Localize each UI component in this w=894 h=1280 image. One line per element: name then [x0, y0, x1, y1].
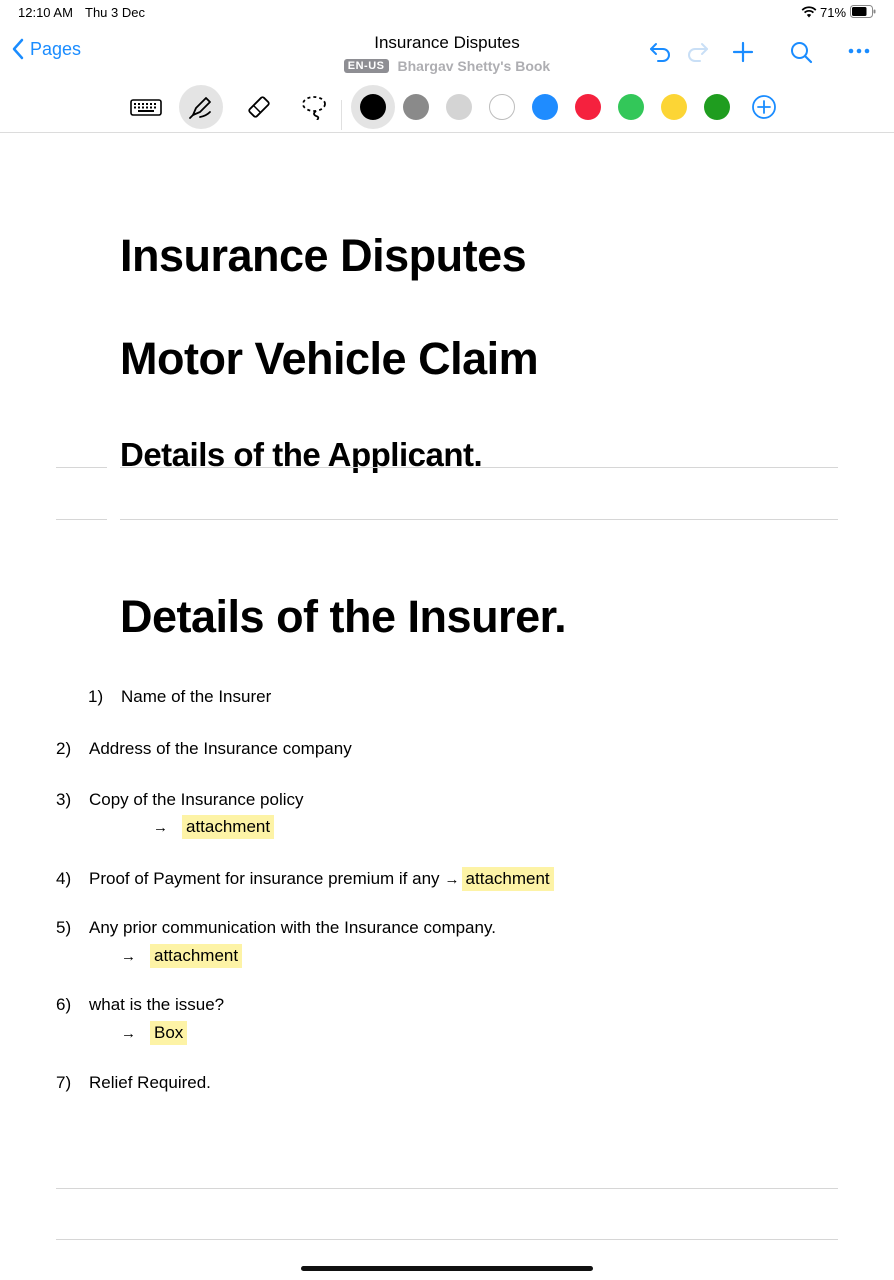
item-text: Address of the Insurance company [89, 739, 352, 758]
item-text: Relief Required. [89, 1073, 211, 1092]
wifi-icon [801, 6, 817, 18]
attachment-tag[interactable]: attachment [182, 815, 275, 839]
item-number: 5) [56, 918, 72, 937]
battery-icon [850, 5, 876, 18]
item-text: what is the issue? [89, 995, 225, 1014]
item-text: Name of the Insurer [121, 687, 272, 706]
language-badge[interactable]: EN-US [343, 59, 389, 73]
attachment-line[interactable]: → attachment [121, 944, 243, 968]
item-text: Any prior communication with the Insuran… [89, 918, 496, 937]
lasso-icon [302, 96, 326, 120]
add-icon[interactable] [731, 40, 755, 64]
item-number: 6) [56, 995, 72, 1014]
attachment-tag[interactable]: attachment [461, 867, 554, 891]
arrow-icon: → [121, 1025, 136, 1042]
list-item[interactable]: 2) Address of the Insurance company [56, 739, 352, 759]
list-item[interactable]: 4) Proof of Payment for insurance premiu… [56, 867, 554, 891]
heading-insurance-disputes[interactable]: Insurance Disputes [120, 230, 527, 282]
undo-icon[interactable] [648, 40, 674, 64]
color-swatch[interactable] [532, 94, 558, 120]
text-line [56, 519, 107, 520]
eraser-tool[interactable] [236, 85, 280, 129]
list-item[interactable]: 5) Any prior communication with the Insu… [56, 918, 496, 938]
document-subtitle: EN-US Bhargav Shetty's Book [0, 58, 894, 74]
color-swatch[interactable] [704, 94, 730, 120]
text-line [120, 519, 838, 520]
book-name[interactable]: Bhargav Shetty's Book [398, 58, 551, 74]
keyboard-tool[interactable] [124, 85, 168, 129]
color-swatch[interactable] [403, 94, 429, 120]
redo-icon[interactable] [684, 40, 710, 64]
list-item[interactable]: 3) Copy of the Insurance policy [56, 790, 304, 810]
toolbar-divider [0, 132, 894, 133]
heading-applicant-details[interactable]: Details of the Applicant. [120, 436, 483, 474]
attachment-tag[interactable]: attachment [150, 944, 243, 968]
item-number: 7) [56, 1073, 72, 1092]
home-indicator[interactable] [301, 1266, 593, 1271]
list-item[interactable]: 6) what is the issue? [56, 995, 224, 1015]
keyboard-icon [130, 99, 162, 116]
item-text: Copy of the Insurance policy [89, 790, 304, 809]
item-number: 4) [56, 869, 72, 888]
heading-motor-vehicle-claim[interactable]: Motor Vehicle Claim [120, 333, 539, 385]
arrow-icon: → [153, 819, 168, 836]
heading-insurer-details[interactable]: Details of the Insurer. [120, 591, 567, 643]
box-tag[interactable]: Box [150, 1021, 188, 1045]
text-line [56, 1239, 838, 1240]
box-line[interactable]: → Box [121, 1021, 188, 1045]
battery-percentage: 71% [820, 5, 847, 20]
eraser-icon [248, 96, 270, 118]
item-number: 2) [56, 739, 72, 758]
text-line [56, 1188, 838, 1189]
text-line [56, 467, 107, 468]
color-swatch[interactable] [575, 94, 601, 120]
color-swatch[interactable] [360, 94, 386, 120]
arrow-icon: → [444, 871, 460, 888]
pen-tool[interactable] [179, 85, 223, 129]
status-time: 12:10 AM [18, 5, 73, 20]
color-swatch[interactable] [489, 94, 515, 120]
toolbar-separator [341, 100, 342, 130]
list-item[interactable]: 1) Name of the Insurer [88, 687, 271, 707]
add-color-button[interactable] [742, 85, 786, 129]
item-number: 3) [56, 790, 72, 809]
search-icon[interactable] [789, 40, 815, 66]
pen-icon [189, 97, 211, 119]
color-swatch[interactable] [661, 94, 687, 120]
list-item[interactable]: 7) Relief Required. [56, 1073, 211, 1093]
color-swatch[interactable] [618, 94, 644, 120]
color-swatch[interactable] [446, 94, 472, 120]
status-date: Thu 3 Dec [85, 5, 145, 20]
document-title: Insurance Disputes [374, 33, 520, 52]
lasso-tool[interactable] [292, 85, 336, 129]
add-circle-icon [752, 95, 776, 119]
more-icon[interactable] [848, 46, 870, 56]
item-text: Proof of Payment for insurance premium i… [89, 869, 440, 888]
arrow-icon: → [121, 948, 136, 965]
item-number: 1) [88, 687, 104, 706]
text-line [120, 467, 838, 468]
attachment-line[interactable]: → attachment [153, 815, 275, 839]
